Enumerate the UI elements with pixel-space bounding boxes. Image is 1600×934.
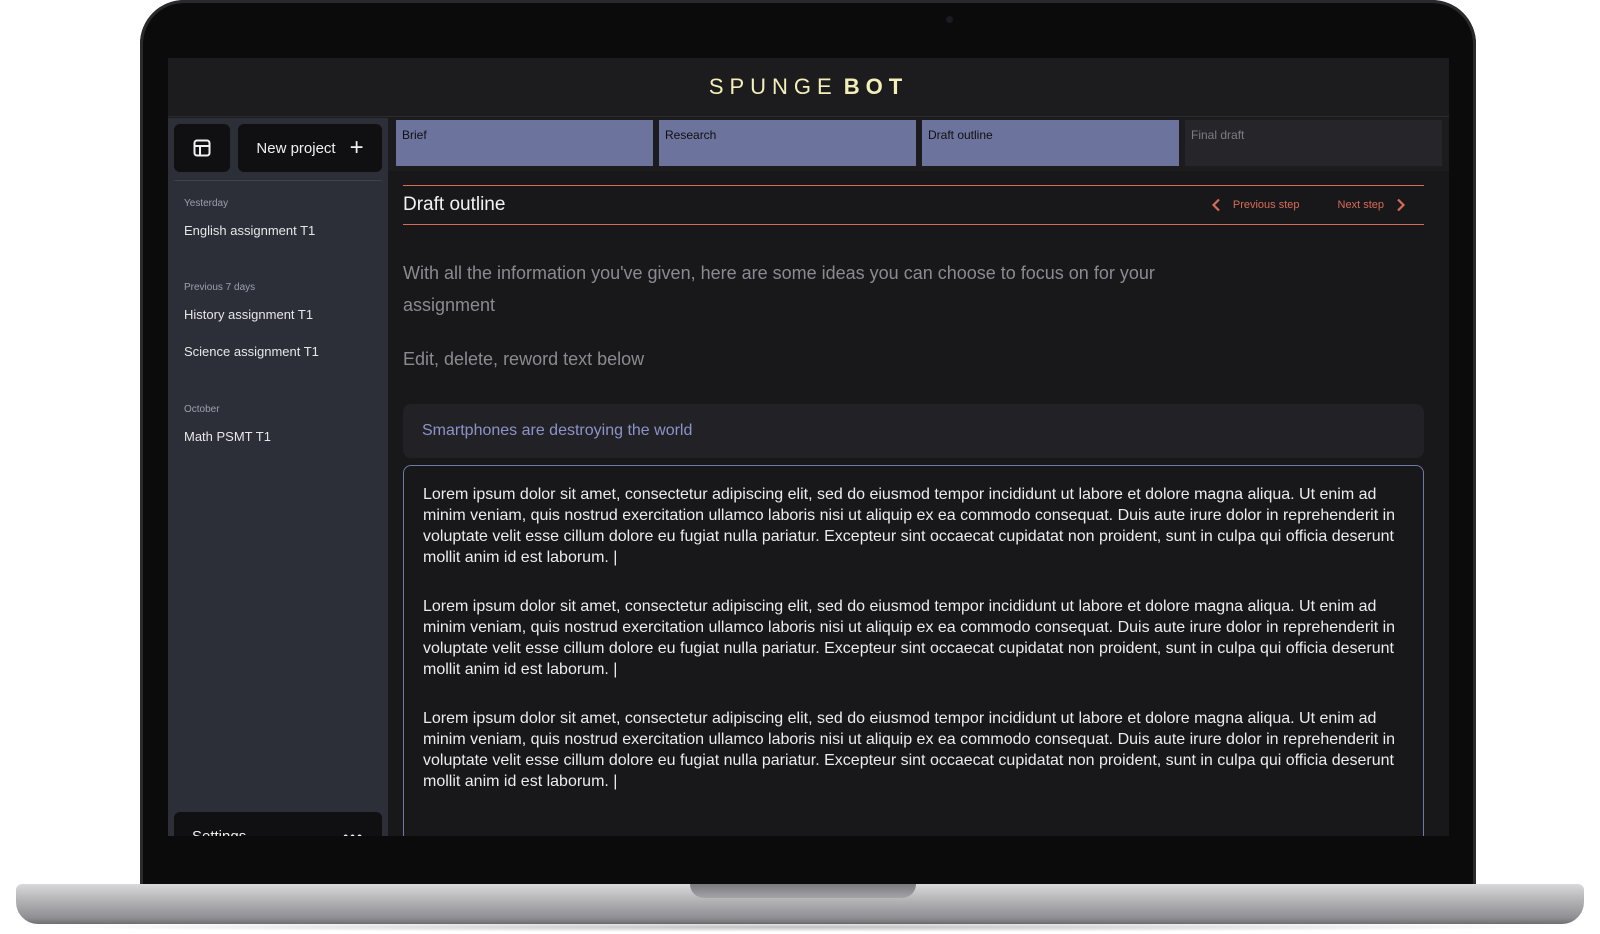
step-navigation: Previous step Next step [1211, 198, 1424, 212]
chevron-left-icon [1211, 198, 1220, 212]
intro-text: With all the information you've given, h… [403, 263, 1155, 315]
sidebar-top-actions: New project + [174, 124, 382, 172]
history-item-science[interactable]: Science assignment T1 [184, 344, 319, 359]
previous-step-button[interactable]: Previous step [1211, 198, 1300, 212]
settings-button[interactable]: Settings ••• [174, 812, 382, 836]
top-bar: SPUNGE BOT [168, 58, 1449, 117]
history-group-yesterday: Yesterday English assignment T1 [184, 198, 315, 260]
history-item-math[interactable]: Math PSMT T1 [184, 429, 271, 444]
tab-research[interactable]: Research [659, 120, 916, 166]
next-step-button[interactable]: Next step [1338, 198, 1406, 212]
sidebar: New project + Yesterday English assignme… [168, 118, 388, 836]
tab-final-draft[interactable]: Final draft [1185, 120, 1442, 166]
topic-text: Smartphones are destroying the world [422, 422, 693, 439]
tab-brief[interactable]: Brief [396, 120, 653, 166]
brand-part-2: BOT [843, 74, 909, 99]
outline-editor[interactable]: Lorem ipsum dolor sit amet, consectetur … [403, 465, 1424, 836]
history-heading: Yesterday [184, 198, 229, 209]
step-tabs: Brief Research Draft outline Final draft [396, 120, 1449, 166]
outline-paragraph[interactable]: Lorem ipsum dolor sit amet, consectetur … [423, 484, 1404, 568]
paragraph-text: Lorem ipsum dolor sit amet, consectetur … [423, 710, 1396, 790]
history-group-previous-7-days: Previous 7 days History assignment T1 Sc… [184, 282, 319, 381]
next-step-label: Next step [1337, 199, 1384, 211]
new-project-button[interactable]: New project + [238, 124, 382, 172]
brand-logo: SPUNGE BOT [709, 74, 908, 100]
text-caret: | [613, 549, 618, 566]
chevron-right-icon [1397, 198, 1406, 212]
new-project-label: New project [256, 139, 336, 157]
layout-toggle-button[interactable] [174, 124, 230, 172]
page-title: Draft outline [403, 194, 506, 215]
outline-paragraph[interactable]: Lorem ipsum dolor sit amet, consectetur … [423, 596, 1404, 680]
paragraph-text: Lorem ipsum dolor sit amet, consectetur … [423, 598, 1396, 678]
history-item-english[interactable]: English assignment T1 [184, 223, 315, 238]
app-screen: SPUNGE BOT New project + Yesterday Engli… [168, 58, 1449, 836]
camera-dot [946, 16, 953, 23]
step-header: Draft outline Previous step Next step [403, 185, 1424, 225]
laptop-notch [690, 884, 916, 898]
paragraph-text: Lorem ipsum dolor sit amet, consectetur … [423, 486, 1396, 566]
text-caret: | [613, 661, 618, 678]
brand-part-1: SPUNGE [708, 74, 838, 99]
text-caret: | [613, 773, 618, 790]
outline-paragraph[interactable]: Lorem ipsum dolor sit amet, consectetur … [423, 708, 1404, 792]
tab-draft-outline[interactable]: Draft outline [922, 120, 1179, 166]
main-panel: Draft outline Previous step Next step Wi… [388, 171, 1449, 836]
previous-step-label: Previous step [1232, 199, 1300, 211]
topic-field[interactable]: Smartphones are destroying the world [403, 404, 1424, 458]
more-dots-icon[interactable]: ••• [343, 828, 364, 836]
sidebar-divider [174, 180, 382, 181]
plus-icon: + [349, 134, 364, 161]
laptop-shadow [40, 922, 1560, 932]
history-heading: October [184, 404, 220, 415]
settings-label: Settings [192, 827, 247, 837]
edit-hint-text: Edit, delete, reword text below [403, 349, 645, 369]
history-item-history[interactable]: History assignment T1 [184, 307, 319, 322]
history-heading: Previous 7 days [184, 282, 256, 293]
layout-grid-icon [193, 139, 211, 157]
history-group-october: October Math PSMT T1 [184, 404, 271, 466]
